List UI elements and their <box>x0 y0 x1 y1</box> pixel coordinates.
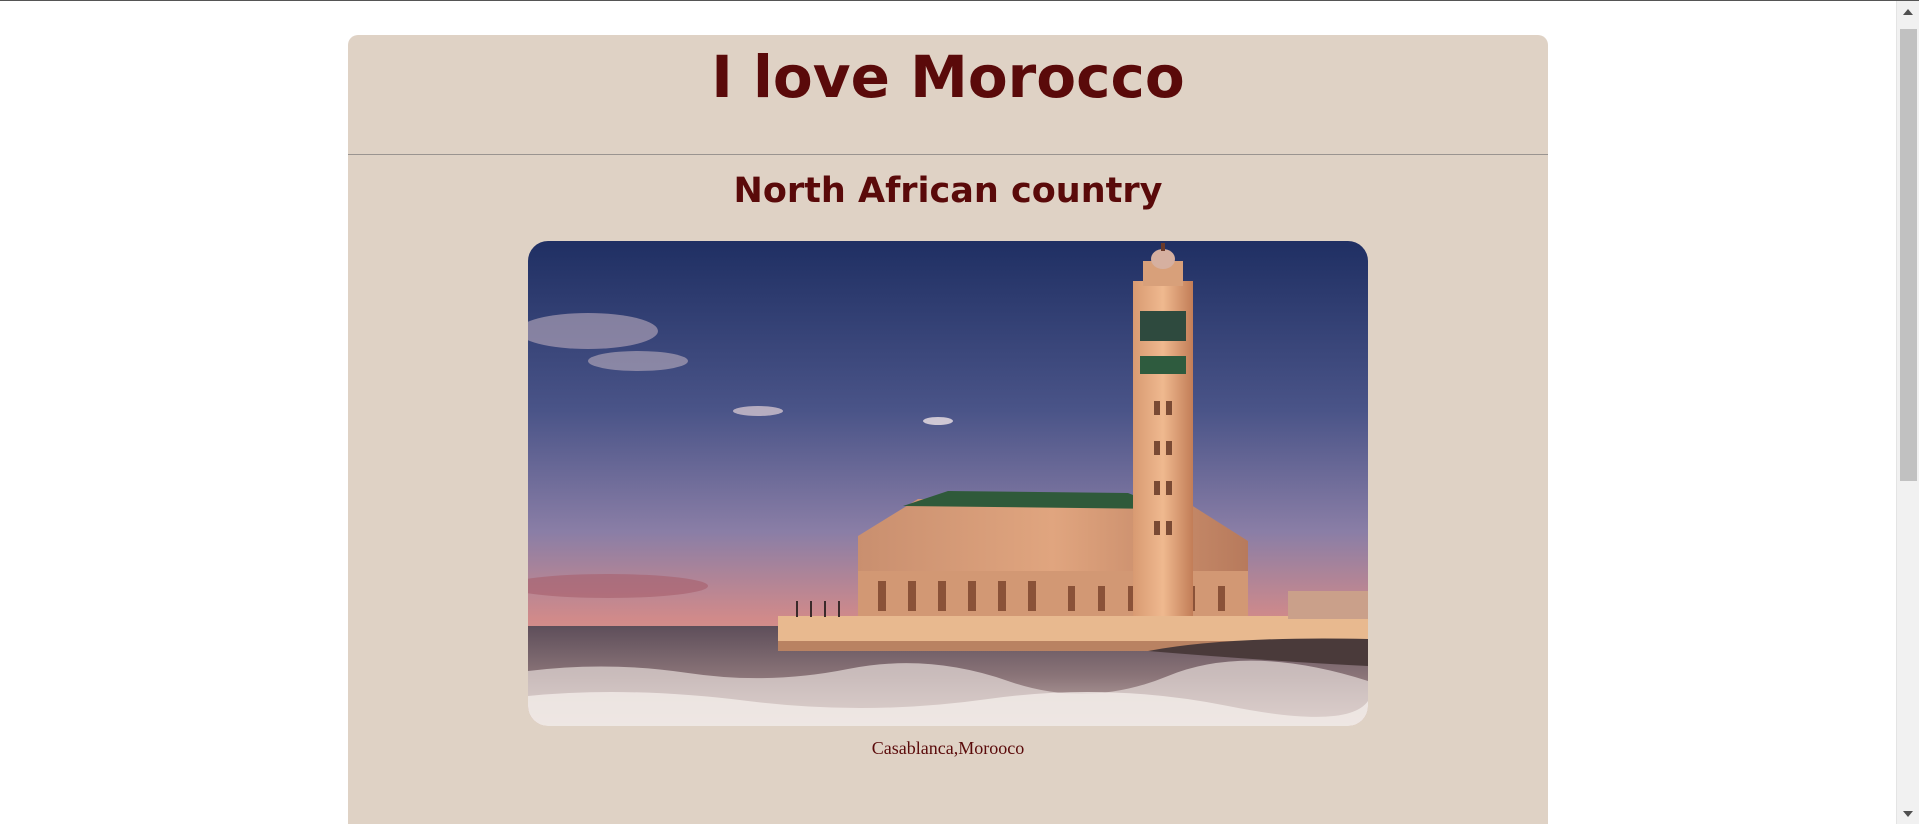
section-subtitle: North African country <box>733 171 1163 211</box>
photo-caption: Casablanca,Morooco <box>871 738 1025 758</box>
photo-illustration <box>528 241 1368 726</box>
content-card: I love Morocco North African country Cas… <box>348 35 1548 824</box>
vertical-scrollbar[interactable] <box>1896 1 1919 824</box>
site-header: I love Morocco <box>348 35 1548 155</box>
scrollbar-thumb[interactable] <box>1900 29 1917 481</box>
casablanca-photo <box>528 241 1368 726</box>
site-title: I love Morocco <box>711 43 1185 111</box>
page: I love Morocco North African country Cas… <box>0 0 1919 824</box>
chevron-down-icon[interactable] <box>1897 805 1919 823</box>
chevron-up-icon[interactable] <box>1897 3 1919 21</box>
